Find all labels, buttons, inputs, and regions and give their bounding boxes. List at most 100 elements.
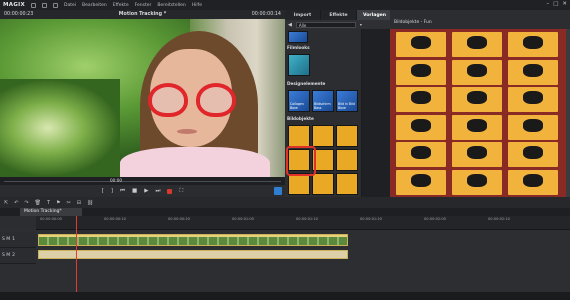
template-tile-filmlook[interactable] [288,54,310,76]
chevron-down-icon[interactable]: ▾ [360,22,362,27]
timeline-tab-motion-tracking[interactable]: Motion Tracking* [20,208,82,216]
object-thumbnail [467,146,487,159]
library-item[interactable] [452,142,502,167]
ruler-tick-label: 00:00:01:20 [360,217,382,221]
library-item[interactable] [452,32,502,57]
tab-effects[interactable]: Effekte [321,10,357,20]
save-icon[interactable] [42,2,48,8]
library-item[interactable] [396,32,446,57]
export-icon[interactable] [274,187,282,195]
menu-item-effects[interactable]: Effekte [113,3,129,8]
object-thumbnail [411,173,431,187]
back-icon[interactable]: ◀ [288,22,292,28]
track-solo-mute[interactable]: S M [2,253,10,258]
image-object-tile[interactable] [336,125,358,147]
stop-icon[interactable]: ■ [132,188,137,194]
split-icon[interactable]: ⊟ [77,200,81,206]
object-thumbnail [411,146,431,159]
template-tile-top[interactable] [288,31,308,43]
image-object-tile[interactable] [312,125,334,147]
category-header-design[interactable]: Designelemente [287,81,360,88]
category-header-image-objects[interactable]: Bildobjekte [287,116,360,123]
library-scrollbar[interactable] [566,29,570,197]
library-item[interactable] [508,87,558,112]
category-header-filmlooks[interactable]: Filmlooks [287,45,360,52]
undo-icon[interactable]: ↶ [14,200,18,206]
mark-out-icon[interactable]: ] [111,188,113,194]
minimize-icon[interactable]: – [546,1,549,7]
template-tile-collage[interactable]: Collagen Boxe [288,90,310,112]
ruler-tick-label: 00:00:00:10 [104,217,126,221]
mediapool-divider-area [362,29,390,197]
menu-item-edit[interactable]: Bearbeiten [82,3,107,8]
library-title: Bildobjekte - Fun [394,20,432,25]
library-item[interactable] [508,142,558,167]
object-clip[interactable] [38,250,348,259]
new-file-icon[interactable] [31,2,37,8]
preview-scrub-bar[interactable]: 00:00 [0,177,285,185]
previous-marker-icon[interactable]: ⏮ [120,188,125,195]
mark-in-icon[interactable]: [ [102,188,104,194]
library-grid [390,29,566,197]
template-tile-screen[interactable]: Bildschirm Bass [312,90,334,112]
tab-import[interactable]: Import [285,10,321,20]
text-icon[interactable]: T [47,200,50,206]
ruler-tick-label: 00:00:00:00 [40,217,62,221]
playhead[interactable] [76,216,77,300]
timeline-ruler[interactable]: 00:00:00:00 00:00:00:10 00:00:00:20 00:00:0… [36,216,570,230]
record-icon[interactable] [167,188,173,194]
track-solo-mute[interactable]: S M [2,237,10,242]
maximize-icon[interactable]: □ [553,1,558,7]
girl-shirt [120,147,270,177]
library-item[interactable] [396,142,446,167]
video-clip[interactable] [38,234,348,246]
library-item[interactable] [396,59,446,85]
preview-header: 00:00:00:23 Motion Tracking * 00:00:00:1… [0,10,285,19]
library-item[interactable] [508,169,558,195]
video-preview[interactable] [0,19,285,177]
library-item[interactable] [508,114,558,140]
delete-icon[interactable]: 🗑 [35,200,41,206]
object-thumbnail [523,91,543,104]
menu-bar: MAGIX Datei Bearbeiten Effekte Fenster B… [0,0,570,10]
library-item[interactable] [452,87,502,112]
redo-icon[interactable]: ↷ [24,200,28,206]
mouse-mode-icon[interactable]: ⇱ [4,200,8,206]
timeline-tabs: Motion Tracking* [0,208,570,216]
library-item[interactable] [396,114,446,140]
image-object-tile[interactable] [288,125,310,147]
library-item[interactable] [508,32,558,57]
menu-item-window[interactable]: Fenster [135,3,152,8]
menu-item-file[interactable]: Datei [64,3,76,8]
object-thumbnail [467,118,487,132]
library-item[interactable] [452,169,502,195]
object-thumbnail [523,36,543,49]
fullscreen-icon[interactable]: ⛶ [179,188,183,195]
library-item[interactable] [396,169,446,195]
library-item[interactable] [452,114,502,140]
image-object-tile[interactable] [312,173,334,195]
image-object-tile[interactable] [336,149,358,171]
template-tile-pip[interactable]: Bild in Bild Boxe [336,90,358,112]
timeline-toolbar: ⇱ ↶ ↷ 🗑 T ⚑ ✂ ⊟ ⛓ [0,197,570,208]
image-object-tile[interactable] [336,173,358,195]
menu-item-help[interactable]: Hilfe [192,3,202,8]
image-object-tile[interactable] [288,173,310,195]
marker-icon[interactable]: ⚑ [56,200,60,206]
tab-templates[interactable]: Vorlagen [357,10,393,20]
link-icon[interactable]: ⛓ [87,200,93,206]
timeline-tracks: S M 1 S M 2 [0,230,570,300]
library-item[interactable] [396,87,446,112]
play-icon[interactable]: ▶ [144,188,148,194]
object-thumbnail [467,36,487,49]
object-thumbnail [411,118,431,132]
library-item[interactable] [508,59,558,85]
undo-icon[interactable] [53,2,59,8]
filter-select[interactable]: Alle [295,21,356,28]
cut-icon[interactable]: ✂ [67,200,71,206]
ruler-tick-label: 00:00:02:10 [488,217,510,221]
menu-item-share[interactable]: Bereitstellen [157,3,185,8]
library-item[interactable] [452,59,502,85]
next-marker-icon[interactable]: ⏭ [155,188,160,195]
close-icon[interactable]: ✕ [562,1,567,7]
